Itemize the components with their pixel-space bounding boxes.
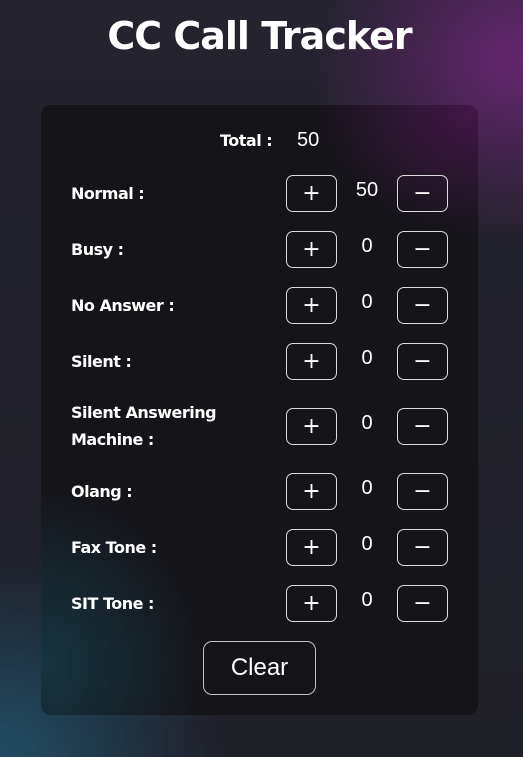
- total-label: Total :: [220, 131, 273, 150]
- increment-sit-tone-button[interactable]: +: [286, 585, 337, 622]
- clear-button[interactable]: Clear: [203, 641, 316, 695]
- increment-normal-button[interactable]: +: [286, 175, 337, 212]
- row-label-normal: Normal :: [71, 184, 145, 203]
- increment-busy-button[interactable]: +: [286, 231, 337, 268]
- row-label-sit-tone: SIT Tone :: [71, 594, 154, 613]
- row-label-busy: Busy :: [71, 240, 124, 259]
- row-label-silent: Silent :: [71, 352, 132, 371]
- page-title: CC Call Tracker: [107, 14, 412, 58]
- row-label-fax-tone: Fax Tone :: [71, 538, 157, 557]
- decrement-normal-button[interactable]: −: [397, 175, 448, 212]
- count-silent: 0: [361, 347, 373, 369]
- total-value: 50: [297, 129, 320, 151]
- decrement-silent-button[interactable]: −: [397, 343, 448, 380]
- count-busy: 0: [361, 235, 373, 257]
- increment-silent-button[interactable]: +: [286, 343, 337, 380]
- increment-olang-button[interactable]: +: [286, 473, 337, 510]
- row-label-no-answer: No Answer :: [71, 296, 175, 315]
- decrement-busy-button[interactable]: −: [397, 231, 448, 268]
- count-fax-tone: 0: [361, 533, 373, 555]
- increment-silent-answering-machine-button[interactable]: +: [286, 408, 337, 445]
- row-label-silent-answering-machine: Silent Answering Machine :: [71, 399, 271, 453]
- decrement-silent-answering-machine-button[interactable]: −: [397, 408, 448, 445]
- count-olang: 0: [361, 477, 373, 499]
- decrement-sit-tone-button[interactable]: −: [397, 585, 448, 622]
- row-label-line-2: Machine :: [71, 430, 154, 449]
- decrement-no-answer-button[interactable]: −: [397, 287, 448, 324]
- row-label-olang: Olang :: [71, 482, 133, 501]
- count-silent-answering-machine: 0: [361, 412, 373, 434]
- count-no-answer: 0: [361, 291, 373, 313]
- decrement-olang-button[interactable]: −: [397, 473, 448, 510]
- decrement-fax-tone-button[interactable]: −: [397, 529, 448, 566]
- count-sit-tone: 0: [361, 589, 373, 611]
- increment-no-answer-button[interactable]: +: [286, 287, 337, 324]
- row-label-line-1: Silent Answering: [71, 403, 217, 422]
- increment-fax-tone-button[interactable]: +: [286, 529, 337, 566]
- count-normal: 50: [355, 179, 379, 201]
